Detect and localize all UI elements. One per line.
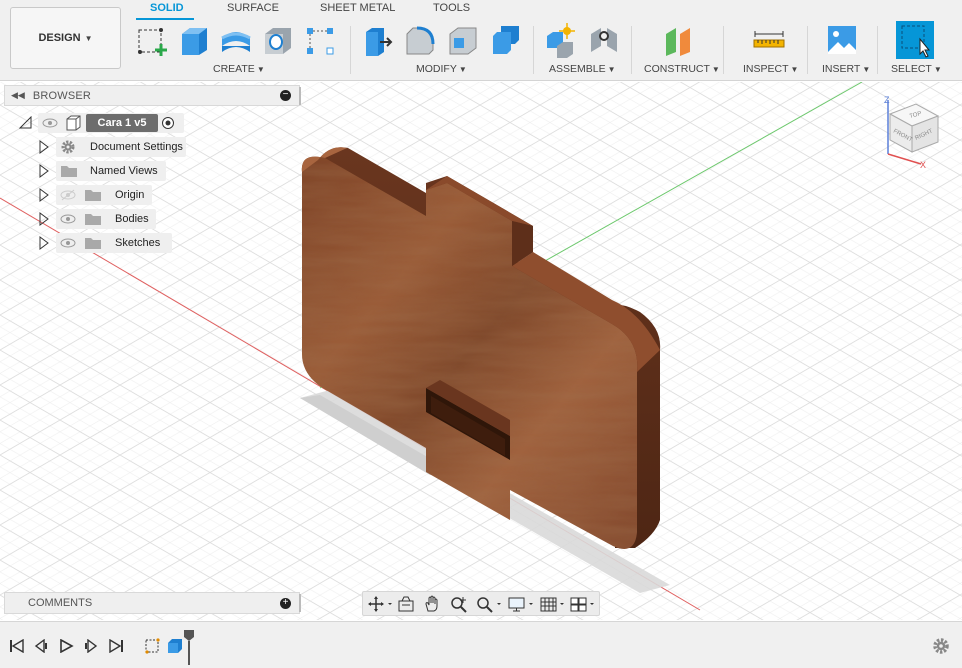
view-cube[interactable]: Z X TOP FRONT RIGHT [876, 94, 946, 172]
expand-triangle-icon[interactable] [38, 140, 50, 154]
new-component-icon[interactable] [543, 22, 577, 58]
browser-title: BROWSER [32, 89, 92, 102]
separator [533, 26, 534, 74]
create-menu[interactable]: CREATE ▼ [213, 63, 265, 75]
timeline-bar [0, 621, 962, 668]
timeline-settings-gear-icon[interactable] [932, 637, 950, 655]
expand-triangle-icon[interactable] [38, 236, 50, 250]
offset-plane-icon[interactable] [662, 22, 696, 58]
tab-sheet-metal[interactable]: SHEET METAL [320, 1, 395, 17]
collapse-triangle-icon[interactable] [19, 116, 33, 130]
panel-resize-handle[interactable] [299, 87, 301, 105]
folder-icon [85, 238, 101, 249]
shell-icon[interactable] [446, 22, 480, 58]
minus-icon[interactable]: − [280, 90, 291, 101]
component-icon [66, 115, 81, 131]
folder-icon [85, 190, 101, 201]
comments-title: COMMENTS [28, 597, 93, 609]
insert-image-icon[interactable] [825, 22, 859, 58]
press-pull-icon[interactable] [360, 22, 394, 58]
add-comment-icon[interactable]: + [280, 598, 291, 609]
extrude-icon[interactable] [177, 22, 211, 58]
pan-hand-icon[interactable] [423, 595, 441, 613]
timeline-marker-handle[interactable] [183, 629, 195, 665]
tab-solid[interactable]: SOLID [150, 1, 184, 17]
play-icon[interactable] [58, 639, 74, 653]
inspect-menu[interactable]: INSPECT ▼ [743, 63, 798, 75]
separator [807, 26, 808, 74]
create-sketch-icon[interactable] [135, 22, 169, 58]
joint-icon[interactable] [587, 22, 621, 58]
step-back-icon[interactable] [33, 639, 49, 653]
panel-resize-handle[interactable] [299, 594, 301, 612]
expand-triangle-icon[interactable] [38, 188, 50, 202]
revolve-icon[interactable] [219, 22, 253, 58]
tree-item-label: Named Views [90, 165, 158, 177]
select-tool-icon[interactable] [896, 21, 934, 59]
tree-item-label: Bodies [115, 213, 149, 225]
folder-icon [85, 214, 101, 225]
orbit-icon[interactable] [367, 595, 393, 613]
folder-icon [61, 166, 77, 177]
grid-settings-icon[interactable] [539, 595, 567, 613]
display-settings-icon[interactable] [507, 595, 537, 613]
assemble-menu[interactable]: ASSEMBLE ▼ [549, 63, 616, 75]
axis-x-label: X [920, 160, 926, 170]
expand-triangle-icon[interactable] [38, 212, 50, 226]
tree-item-label: Origin [115, 189, 145, 201]
select-menu[interactable]: SELECT ▼ [891, 63, 942, 75]
workspace-label: DESIGN [38, 32, 81, 44]
zoom-window-icon[interactable] [475, 595, 503, 613]
activate-radio-icon[interactable] [161, 116, 175, 130]
eye-icon[interactable] [42, 117, 58, 129]
eye-hidden-icon[interactable] [60, 189, 76, 201]
tab-surface[interactable]: SURFACE [227, 1, 279, 17]
root-component-label[interactable]: Cara 1 v5 [86, 115, 158, 131]
go-to-end-icon[interactable] [108, 639, 124, 653]
timeline-sketch-feature-icon[interactable] [144, 637, 162, 655]
measure-icon[interactable] [752, 22, 786, 58]
look-at-icon[interactable] [397, 595, 415, 613]
tab-tools[interactable]: TOOLS [433, 1, 470, 17]
active-tab-indicator [136, 18, 194, 20]
navigation-bar [362, 591, 600, 616]
workspace-switcher-button[interactable]: DESIGN ▼ [10, 7, 121, 69]
hole-icon[interactable] [261, 22, 295, 58]
viewports-icon[interactable] [569, 595, 597, 613]
fillet-icon[interactable] [403, 22, 437, 58]
construct-menu[interactable]: CONSTRUCT ▼ [644, 63, 720, 75]
pattern-icon[interactable] [303, 22, 337, 58]
chevron-down-icon: ▼ [84, 33, 93, 43]
gear-icon [61, 140, 75, 154]
expand-triangle-icon[interactable] [38, 164, 50, 178]
step-forward-icon[interactable] [83, 639, 99, 653]
insert-menu[interactable]: INSERT ▼ [822, 63, 870, 75]
collapse-panel-icon[interactable]: ◀◀ [11, 90, 25, 101]
separator [723, 26, 724, 74]
browser-panel-header: ◀◀ BROWSER − [4, 85, 300, 106]
separator [877, 26, 878, 74]
eye-icon[interactable] [60, 237, 76, 249]
modify-menu[interactable]: MODIFY ▼ [416, 63, 467, 75]
comments-panel-header[interactable]: COMMENTS + [4, 592, 300, 614]
tree-item-label: Sketches [115, 237, 161, 249]
tree-item-label: Document Settings [90, 141, 183, 153]
toolbar: DESIGN ▼ SOLID SURFACE SHEET METAL TOOLS… [0, 0, 962, 81]
eye-icon[interactable] [60, 213, 76, 225]
combine-icon[interactable] [489, 22, 523, 58]
zoom-icon[interactable] [449, 595, 469, 613]
separator [350, 26, 351, 74]
go-to-start-icon[interactable] [9, 639, 25, 653]
axis-z-label: Z [884, 95, 890, 105]
separator [631, 26, 632, 74]
timeline-extrude-feature-icon[interactable] [166, 637, 184, 655]
